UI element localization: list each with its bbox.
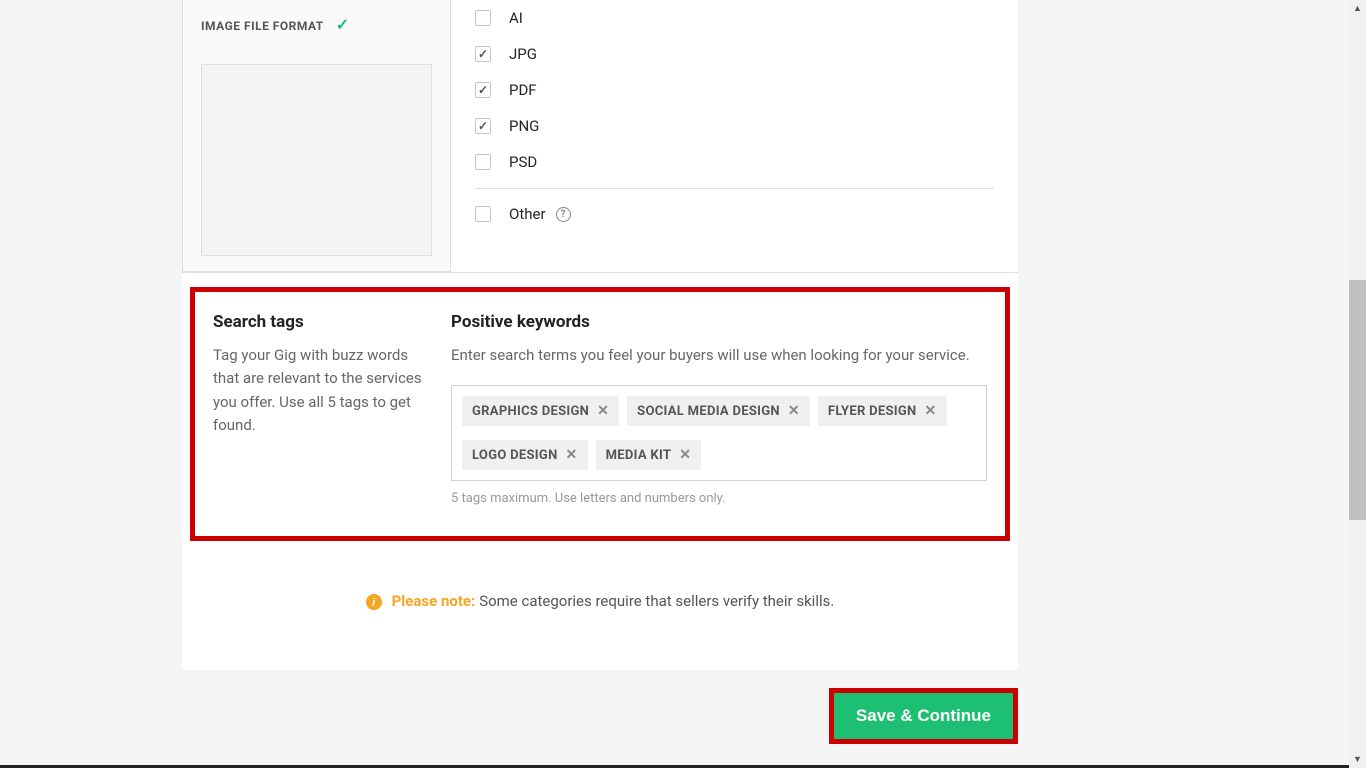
search-tags-title: Search tags [213,312,433,332]
checkbox-label: AI [509,9,523,27]
checkbox-label: Other [509,205,546,223]
note-text: Some categories require that sellers ver… [479,592,834,610]
button-row: Save & Continue [182,670,1018,762]
checkbox-row-png[interactable]: PNG [475,108,994,144]
checkbox-label: PNG [509,117,539,135]
checkbox-row-psd[interactable]: PSD [475,144,994,180]
check-icon: ✓ [336,15,349,34]
remove-tag-icon[interactable]: ✕ [925,403,937,419]
tag-chip: GRAPHICS DESIGN ✕ [462,396,619,426]
tag-label: FLYER DESIGN [828,404,917,419]
save-continue-button[interactable]: Save & Continue [834,693,1013,739]
tag-chip: MEDIA KIT ✕ [596,440,702,470]
checkbox-label: PDF [509,81,537,99]
search-tags-section: Search tags Tag your Gig with buzz words… [190,287,1010,541]
checkbox-ai[interactable] [475,10,491,26]
scrollbar-thumb[interactable] [1349,280,1366,520]
remove-tag-icon[interactable]: ✕ [597,403,609,419]
positive-keywords-description: Enter search terms you feel your buyers … [451,344,987,367]
note-section: i Please note: Some categories require t… [182,541,1018,670]
search-tags-info: Search tags Tag your Gig with buzz words… [213,312,451,506]
scrollbar-up-icon[interactable]: ▲ [1349,0,1366,17]
tag-label: LOGO DESIGN [472,448,558,463]
positive-keywords-area: Positive keywords Enter search terms you… [451,312,987,506]
save-button-highlight: Save & Continue [829,688,1018,744]
remove-tag-icon[interactable]: ✕ [566,447,578,463]
checkbox-jpg[interactable] [475,46,491,62]
tag-label: MEDIA KIT [606,448,672,463]
tags-input[interactable]: GRAPHICS DESIGN ✕ SOCIAL MEDIA DESIGN ✕ … [451,385,987,481]
tag-label: GRAPHICS DESIGN [472,404,589,419]
file-format-label: IMAGE FILE FORMAT [201,19,324,33]
checkbox-row-pdf[interactable]: PDF [475,72,994,108]
search-tags-description: Tag your Gig with buzz words that are re… [213,344,433,437]
checkbox-png[interactable] [475,118,491,134]
checkbox-label: JPG [509,45,537,63]
checkbox-other[interactable] [475,206,491,222]
checkbox-pdf[interactable] [475,82,491,98]
tags-hint: 5 tags maximum. Use letters and numbers … [451,491,987,506]
file-format-sidebar: IMAGE FILE FORMAT ✓ [182,0,451,272]
form-container: IMAGE FILE FORMAT ✓ AI JPG PDF PNG [182,0,1018,670]
checkbox-row-other[interactable]: Other ? [475,188,994,232]
note-label: Please note: [392,592,476,610]
remove-tag-icon[interactable]: ✕ [788,403,800,419]
checkbox-row-jpg[interactable]: JPG [475,36,994,72]
tag-chip: FLYER DESIGN ✕ [818,396,947,426]
remove-tag-icon[interactable]: ✕ [679,447,691,463]
file-format-preview-box [201,64,432,256]
help-icon[interactable]: ? [556,207,571,222]
checkbox-label: PSD [509,153,537,171]
tag-label: SOCIAL MEDIA DESIGN [637,404,780,419]
tag-chip: LOGO DESIGN ✕ [462,440,588,470]
file-format-section: IMAGE FILE FORMAT ✓ AI JPG PDF PNG [182,0,1018,273]
checkbox-psd[interactable] [475,154,491,170]
positive-keywords-title: Positive keywords [451,312,987,332]
info-icon: i [366,594,382,610]
checkbox-row-ai[interactable]: AI [475,0,994,36]
tag-chip: SOCIAL MEDIA DESIGN ✕ [627,396,810,426]
file-format-options: AI JPG PDF PNG PSD Other ? [451,0,1018,272]
scrollbar-down-icon[interactable]: ▼ [1349,751,1366,768]
